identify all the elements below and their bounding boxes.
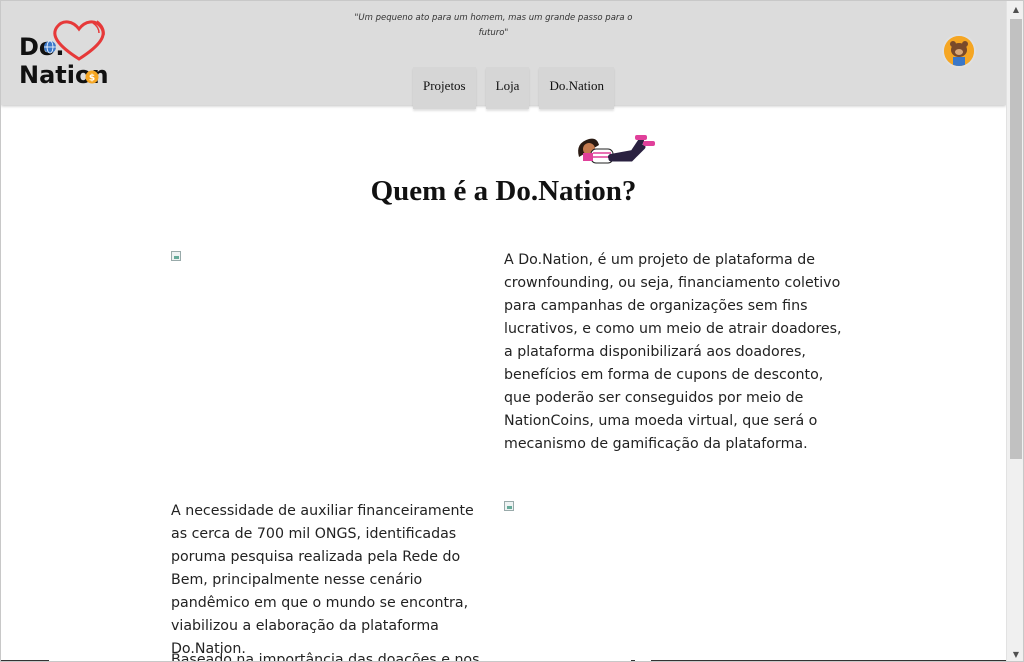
broken-image-1 — [171, 251, 181, 261]
main-nav: Projetos Loja Do.Nation — [413, 67, 614, 109]
broken-image-2 — [504, 501, 514, 511]
browser-window: Do. Nation $ "Um pequeno ato para um hom… — [0, 0, 1024, 662]
site-header: Do. Nation $ "Um pequeno ato para um hom… — [1, 1, 1006, 109]
vertical-scrollbar[interactable]: ▲ ▼ — [1006, 1, 1023, 661]
svg-text:$: $ — [89, 74, 95, 84]
paragraph-baseado: Baseado na importância das doações e nos — [171, 652, 480, 662]
coin-icon: $ — [85, 70, 99, 84]
nav-projetos[interactable]: Projetos — [413, 67, 476, 109]
scroll-down-arrow-icon[interactable]: ▼ — [1007, 646, 1023, 661]
scroll-thumb[interactable] — [1010, 19, 1022, 459]
header-quote: "Um pequeno ato para um homem, mas um gr… — [354, 13, 633, 38]
nav-donation[interactable]: Do.Nation — [539, 67, 614, 109]
paragraph-necessidade: A necessidade de auxiliar financeirament… — [171, 503, 474, 657]
donation-logo[interactable]: Do. Nation $ — [17, 19, 127, 93]
nav-loja[interactable]: Loja — [485, 67, 530, 109]
user-avatar-icon[interactable] — [942, 34, 976, 68]
reading-person-illustration — [578, 135, 655, 164]
paragraph-intro: A Do.Nation, é um projeto de plataforma … — [504, 252, 842, 452]
globe-icon — [44, 40, 56, 54]
page-title: Quem é a Do.Nation? — [370, 175, 637, 207]
scroll-up-arrow-icon[interactable]: ▲ — [1007, 1, 1023, 18]
logo-line1: Do. — [19, 33, 65, 61]
